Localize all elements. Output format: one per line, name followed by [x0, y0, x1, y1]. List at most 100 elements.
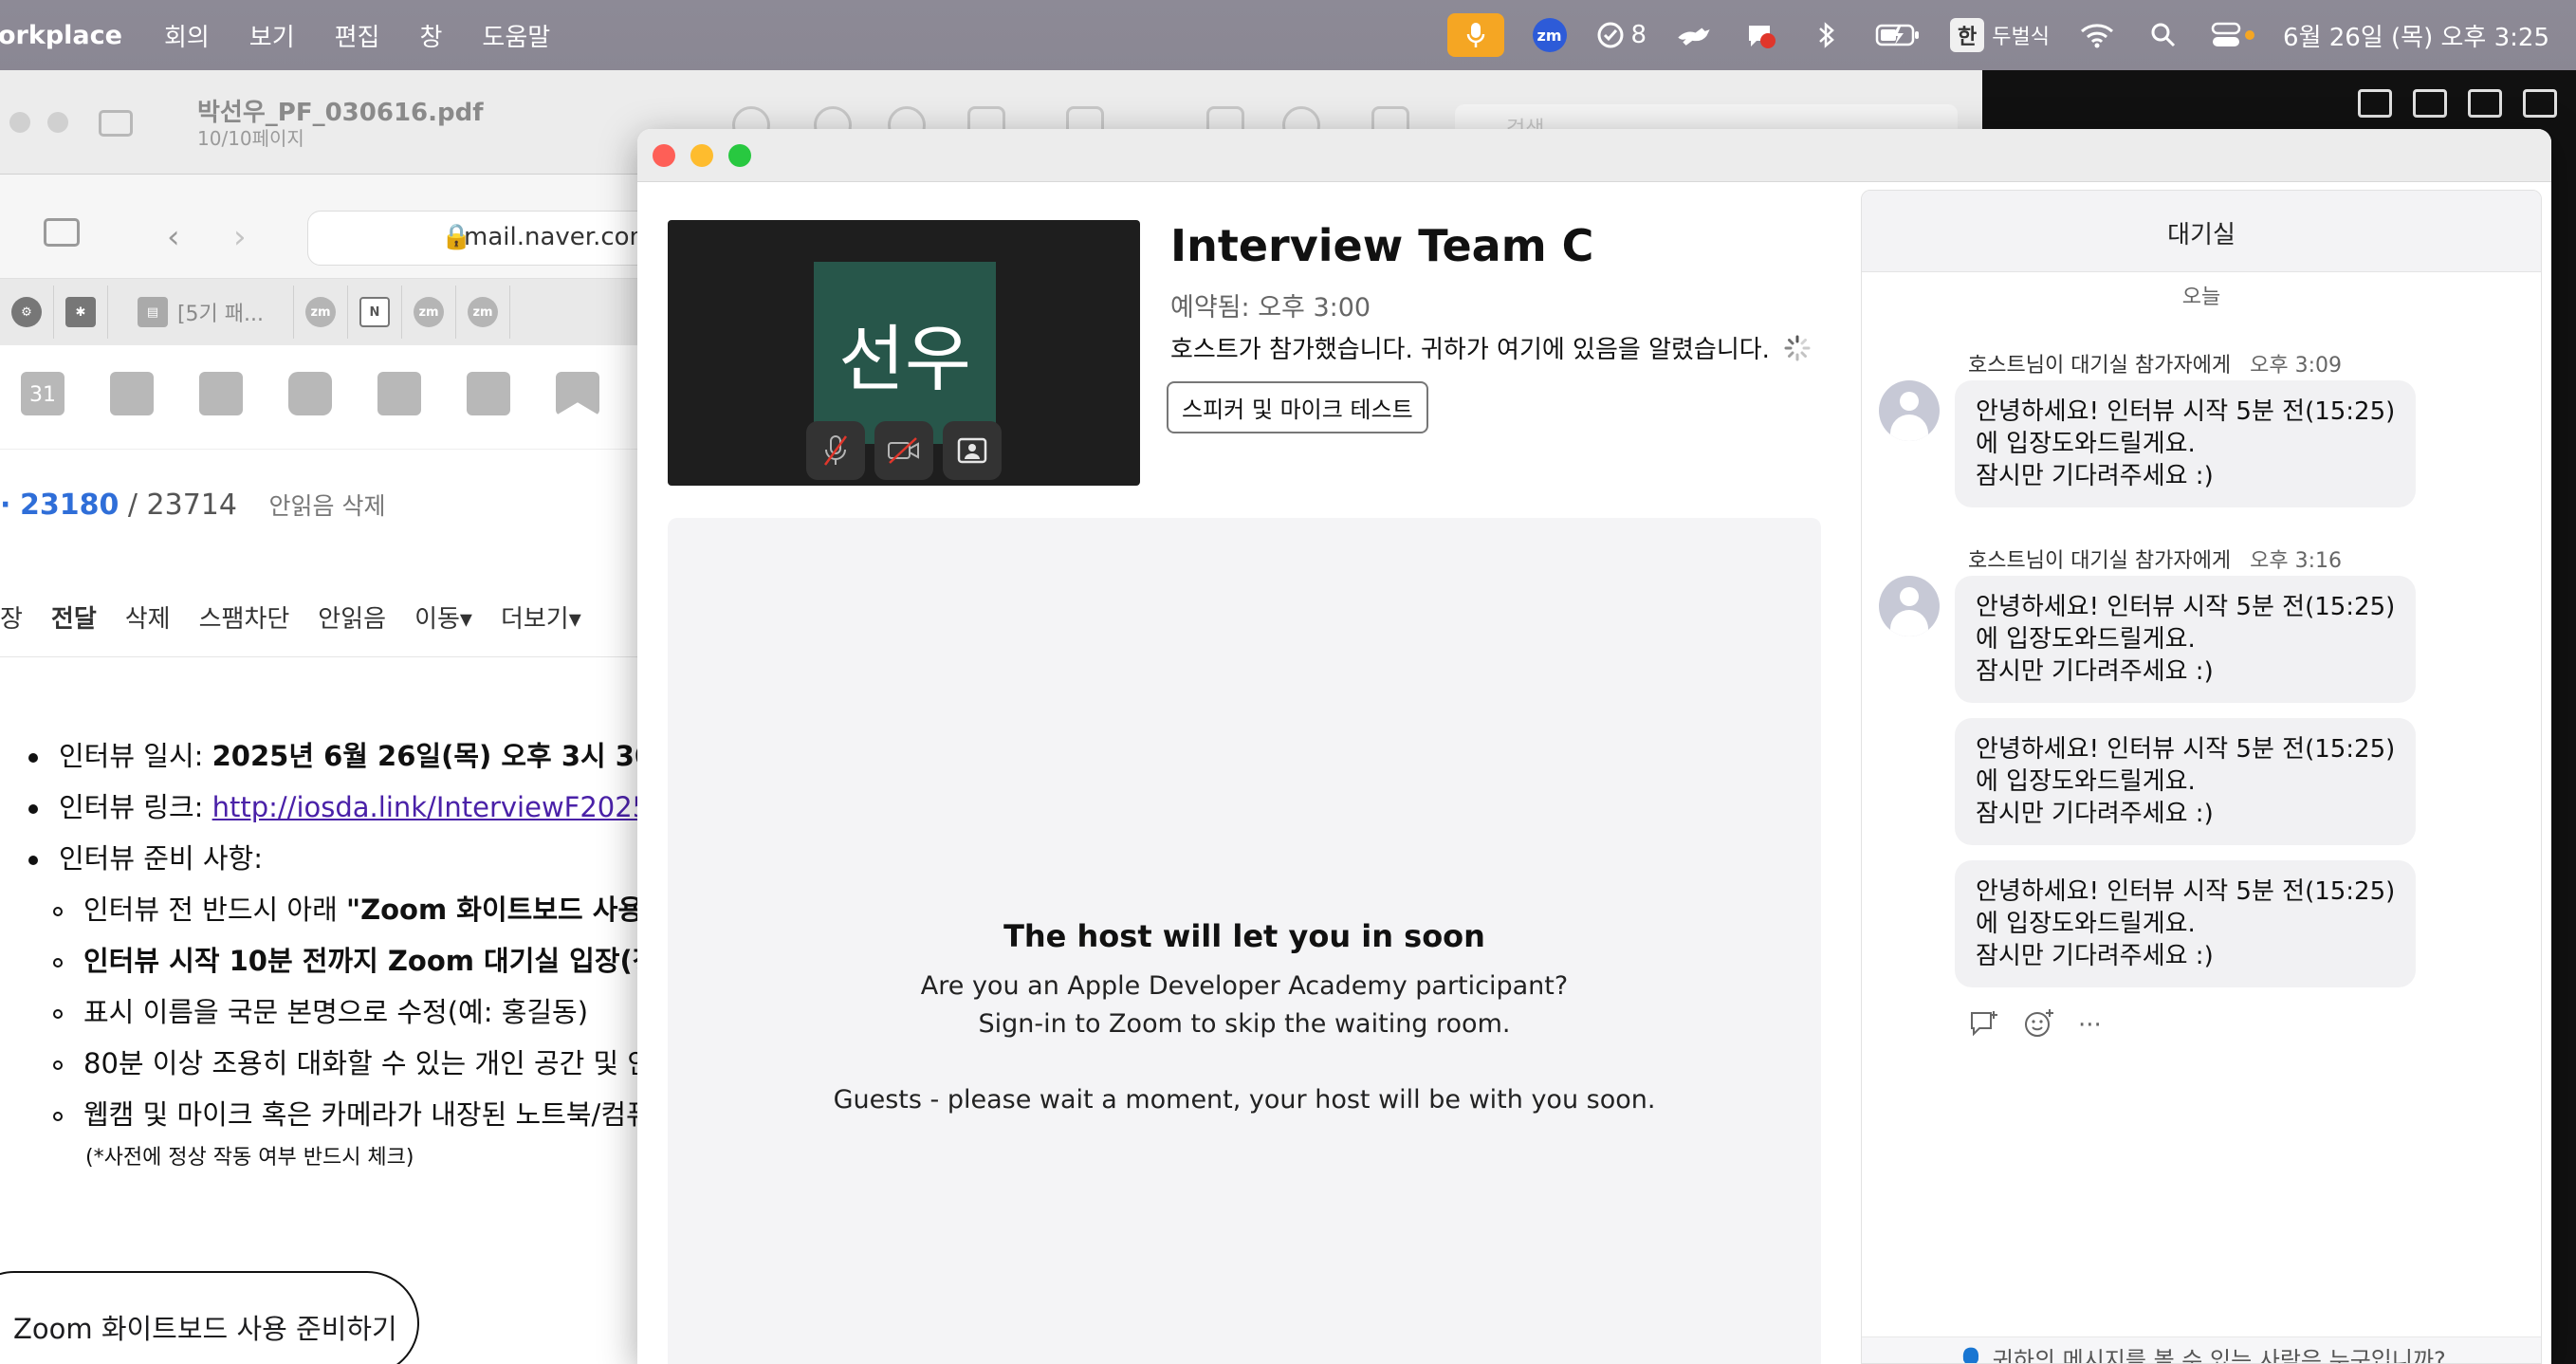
- tab-strip: ⚙ ✱ ▤ [5기 패... zm N zm zm: [0, 279, 645, 345]
- reply-thread-icon[interactable]: [1968, 1009, 2000, 1041]
- message-line: 잠시만 기다려주세요 :): [1976, 942, 2214, 970]
- list-item: 인터뷰 전 반드시 아래 "Zoom 화이트보드 사용 준: [53, 888, 645, 928]
- waiting-room-chat: 대기실 오늘 호스트님이 대기실 참가자에게 오후 3:09 안녕하세요! 인터뷰…: [1861, 190, 2542, 1364]
- bullet-icon: [53, 1112, 63, 1121]
- action-reply[interactable]: 장: [0, 599, 23, 635]
- tab-notion[interactable]: N: [348, 286, 402, 339]
- calendar-icon[interactable]: 31: [21, 372, 64, 415]
- action-forward[interactable]: 전달: [51, 599, 97, 635]
- self-avatar-tile: 선우: [814, 262, 996, 444]
- virtual-background-icon[interactable]: [943, 421, 1002, 480]
- menu-view[interactable]: 보기: [249, 18, 295, 53]
- message-line: 에 입장도와드릴게요.: [1976, 430, 2196, 458]
- action-unread[interactable]: 안읽음: [318, 599, 386, 635]
- inbox-icon: ▤: [137, 297, 168, 327]
- chat-visibility-text: 귀하의 메시지를 볼 수 있는 사람은 누구입니까?: [1992, 1347, 2446, 1364]
- tab-bug[interactable]: ✱: [54, 286, 108, 339]
- chat-message[interactable]: 안녕하세요! 인터뷰 시작 5분 전(15:25) 에 입장도와드릴게요. 잠시…: [1955, 380, 2416, 507]
- sidebar-toggle-icon[interactable]: [44, 218, 80, 247]
- interview-link[interactable]: http://iosda.link/InterviewF2025TC: [212, 791, 645, 823]
- control-center-icon[interactable]: [2211, 16, 2255, 54]
- tab-zoom-1[interactable]: zm: [294, 286, 348, 339]
- app-menu[interactable]: orkplace: [0, 21, 122, 50]
- link-label: 인터뷰 링크:: [59, 791, 212, 823]
- whiteboard-prep-button[interactable]: Zoom 화이트보드 사용 준비하기: [0, 1271, 419, 1364]
- caret-down-icon: ▾: [568, 605, 581, 634]
- unread-count[interactable]: 23180: [20, 488, 119, 522]
- menu-help[interactable]: 도움말: [482, 18, 550, 53]
- note-icon[interactable]: [110, 372, 154, 415]
- chat-message[interactable]: 안녕하세요! 인터뷰 시작 5분 전(15:25) 에 입장도와드릴게요. 잠시…: [1955, 718, 2416, 845]
- close-window-icon[interactable]: [653, 144, 675, 167]
- mic-muted-icon[interactable]: [806, 421, 865, 480]
- battery-charging-icon[interactable]: [1874, 16, 1922, 54]
- speaker-mic-test-button[interactable]: 스피커 및 마이크 테스트: [1167, 381, 1428, 433]
- bookmark-icon[interactable]: [556, 372, 599, 415]
- spotlight-search-icon[interactable]: [2144, 16, 2182, 54]
- tasks-icon[interactable]: [377, 372, 421, 415]
- forward-icon[interactable]: ›: [233, 218, 247, 256]
- zoom-status-icon[interactable]: zm: [1532, 18, 1567, 52]
- more-options-icon[interactable]: ···: [2078, 1011, 2102, 1040]
- tab-label: [5기 패...: [176, 303, 265, 326]
- add-reaction-icon[interactable]: [2023, 1008, 2055, 1042]
- url-text: mail.naver.com: [464, 223, 645, 251]
- openai-icon: ⚙: [11, 297, 42, 327]
- zoom-tab-icon: zm: [468, 297, 498, 327]
- notification-dot-icon: [2245, 30, 2255, 40]
- panel-bottom-icon[interactable]: [2468, 89, 2502, 118]
- action-move[interactable]: 이동▾: [414, 599, 472, 635]
- address-bar[interactable]: mail.naver.com: [307, 211, 645, 266]
- tab-openai[interactable]: ⚙: [0, 286, 54, 339]
- mail-actions: 장 전달 삭제 스팸차단 안읽음 이동▾ 더보기▾: [0, 599, 581, 635]
- input-method[interactable]: 한 두벌식: [1950, 18, 2050, 52]
- video-off-icon[interactable]: [874, 421, 933, 480]
- action-spam[interactable]: 스팸차단: [199, 599, 290, 635]
- menu-edit[interactable]: 편집: [335, 18, 380, 53]
- note-text: (*사전에 정상 작동 여부 반드시 체크): [85, 1146, 414, 1170]
- box-icon[interactable]: [288, 372, 332, 415]
- menu-meeting[interactable]: 회의: [164, 18, 210, 53]
- minimize-window-icon[interactable]: [690, 144, 713, 167]
- chat-sender-line: 호스트님이 대기실 참가자에게 오후 3:09: [1968, 348, 2342, 378]
- delete-unread-link[interactable]: 안읽음 삭제: [269, 492, 386, 520]
- money-icon[interactable]: [467, 372, 510, 415]
- tab-mail[interactable]: ▤ [5기 패...: [108, 286, 294, 339]
- waiting-title: The host will let you in soon: [1003, 918, 1485, 954]
- maximize-window-icon[interactable]: [728, 144, 751, 167]
- mic-in-use-icon[interactable]: [1446, 13, 1504, 57]
- tasks-check-icon[interactable]: 8: [1595, 16, 1647, 54]
- bullet-icon: [53, 1009, 63, 1019]
- wifi-icon[interactable]: [2078, 16, 2116, 54]
- recording-chat-icon[interactable]: [1741, 16, 1779, 54]
- runcat-icon[interactable]: [1675, 16, 1713, 54]
- self-video-preview: 선우: [668, 220, 1140, 486]
- zoom-tab-icon: zm: [305, 297, 336, 327]
- action-more[interactable]: 더보기▾: [501, 599, 581, 635]
- list-item: 인터뷰 시작 10분 전까지 Zoom 대기실 입장(정각: [53, 939, 645, 979]
- tab-zoom-2[interactable]: zm: [402, 286, 456, 339]
- menu-window[interactable]: 창: [419, 18, 442, 53]
- sidebar-right-icon[interactable]: [2523, 89, 2557, 118]
- people-icon: 👤: [1957, 1347, 1986, 1364]
- message-line: 잠시만 기다려주세요 :): [1976, 657, 2214, 686]
- bluetooth-icon[interactable]: [1808, 16, 1846, 54]
- zoom-tab-icon: zm: [414, 297, 444, 327]
- chat-message[interactable]: 안녕하세요! 인터뷰 시작 5분 전(15:25) 에 입장도와드릴게요. 잠시…: [1955, 576, 2416, 703]
- action-delete[interactable]: 삭제: [125, 599, 171, 635]
- more-label: 더보기: [500, 605, 569, 634]
- window-dot-icon[interactable]: [9, 112, 30, 133]
- menubar-clock[interactable]: 6월 26일 (목) 오후 3:25: [2283, 18, 2549, 53]
- meeting-title: Interview Team C: [1170, 220, 1594, 271]
- menubar: orkplace 회의 보기 편집 창 도움말 zm 8 한 두벌식 6월 26…: [0, 0, 2576, 70]
- back-icon[interactable]: ‹: [167, 218, 180, 256]
- chat-visibility-link[interactable]: 👤 귀하의 메시지를 볼 수 있는 사람은 누구입니까?: [1862, 1336, 2541, 1364]
- sidebar-toggle-icon[interactable]: [99, 110, 133, 137]
- window-dot-icon[interactable]: [47, 112, 68, 133]
- layout-icon[interactable]: [2358, 89, 2392, 118]
- loading-spinner-icon: [1784, 335, 1811, 361]
- contacts-icon[interactable]: [199, 372, 243, 415]
- tab-zoom-3[interactable]: zm: [456, 286, 510, 339]
- sidebar-left-icon[interactable]: [2413, 89, 2447, 118]
- chat-message[interactable]: 안녕하세요! 인터뷰 시작 5분 전(15:25) 에 입장도와드릴게요. 잠시…: [1955, 860, 2416, 987]
